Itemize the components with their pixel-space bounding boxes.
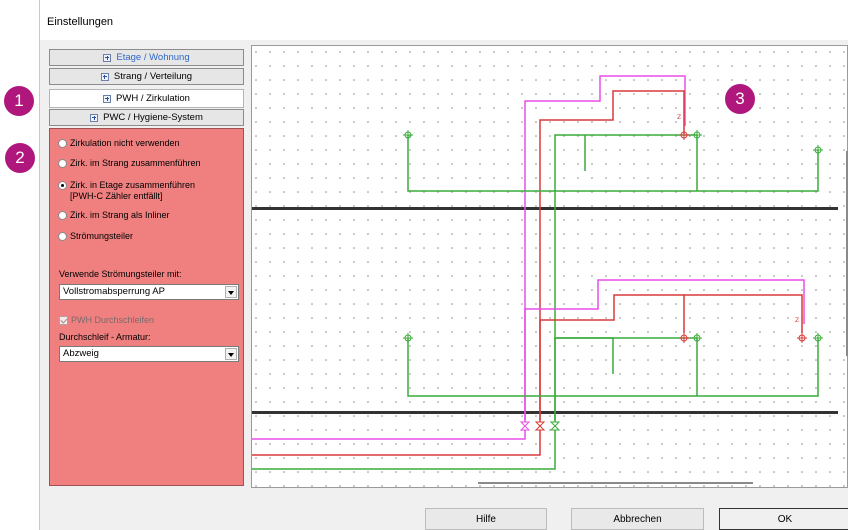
window-title: Einstellungen — [47, 16, 114, 28]
radio-label: Strömungsteiler — [70, 231, 134, 241]
tab-strang-verteilung[interactable]: Strang / Verteilung — [49, 68, 244, 85]
callout-badge-1: 1 — [4, 86, 34, 116]
pipe-schematic: Z Z — [252, 46, 848, 489]
flow-divider-value: Vollstromabsperrung AP — [63, 286, 165, 297]
checkbox-box — [59, 315, 68, 325]
expand-plus-icon — [90, 113, 99, 122]
tab-label: PWH / Zirkulation — [116, 93, 190, 104]
expand-plus-icon — [103, 53, 112, 62]
floor-slab-upper — [252, 207, 838, 210]
loop-fitting-select[interactable]: Abzweig — [59, 346, 239, 362]
cancel-button[interactable]: Abbrechen — [571, 508, 704, 530]
radio-note: [PWH-C Zähler entfällt] — [70, 191, 163, 201]
radio-zirk-etage-zusammenfuehren[interactable]: Zirk. in Etage zusammenführen [PWH-C Zäh… — [58, 180, 195, 202]
title-bar: Einstellungen — [40, 0, 848, 40]
radio-zirk-strang-inliner[interactable]: Zirk. im Strang als Inliner — [58, 210, 170, 221]
expand-plus-icon — [100, 72, 109, 81]
radio-label: Zirk. im Strang als Inliner — [70, 210, 170, 220]
tab-pwh-zirkulation[interactable]: PWH / Zirkulation — [49, 89, 244, 108]
flow-divider-label: Verwende Strömungsteiler mit: — [59, 269, 182, 279]
chevron-down-icon[interactable] — [225, 286, 237, 298]
tab-pwc-hygiene-system[interactable]: PWC / Hygiene-System — [49, 109, 244, 126]
valve-mark: Z — [795, 317, 799, 324]
flow-divider-select[interactable]: Vollstromabsperrung AP — [59, 284, 239, 300]
settings-window: Einstellungen Etage / Wohnung Strang / V… — [39, 0, 848, 530]
tab-etage-wohnung[interactable]: Etage / Wohnung — [49, 49, 244, 66]
help-button[interactable]: Hilfe — [425, 508, 547, 530]
callout-badge-2: 2 — [5, 143, 35, 173]
floor-slab-lower — [252, 411, 838, 414]
circulation-options-panel: Zirkulation nicht verwenden Zirk. im Str… — [49, 128, 244, 486]
schematic-canvas[interactable]: Z Z — [251, 45, 848, 489]
callout-badge-3: 3 — [725, 84, 755, 114]
radio-stroemungsteiler[interactable]: Strömungsteiler — [58, 231, 133, 242]
tab-label: PWC / Hygiene-System — [103, 112, 203, 123]
radio-dot — [58, 139, 67, 148]
pwh-loop-label: PWH Durchschleifen — [71, 315, 155, 325]
radio-dot-selected — [58, 181, 67, 190]
radio-dot — [58, 211, 67, 220]
radio-label-group: Zirk. in Etage zusammenführen [PWH-C Zäh… — [70, 180, 195, 202]
chevron-down-icon[interactable] — [225, 348, 237, 360]
horizontal-scrollbar[interactable] — [478, 482, 753, 484]
radio-zirkulation-nicht-verwenden[interactable]: Zirkulation nicht verwenden — [58, 138, 180, 149]
radio-dot — [58, 232, 67, 241]
pwh-loop-checkbox[interactable]: PWH Durchschleifen — [59, 315, 154, 325]
radio-label: Zirk. in Etage zusammenführen — [70, 180, 196, 190]
loop-fitting-label: Durchschleif - Armatur: — [59, 332, 151, 342]
dot-grid — [252, 46, 848, 489]
radio-label: Zirk. im Strang zusammenführen — [70, 158, 201, 168]
radio-label: Zirkulation nicht verwenden — [70, 138, 180, 148]
ok-button[interactable]: OK — [719, 508, 848, 530]
loop-fitting-value: Abzweig — [63, 348, 99, 359]
tab-label: Etage / Wohnung — [116, 52, 190, 63]
radio-zirk-strang-zusammenfuehren[interactable]: Zirk. im Strang zusammenführen — [58, 158, 201, 169]
expand-plus-icon — [103, 94, 112, 103]
radio-dot — [58, 159, 67, 168]
valve-mark: Z — [677, 114, 681, 121]
tab-label: Strang / Verteilung — [113, 71, 193, 82]
